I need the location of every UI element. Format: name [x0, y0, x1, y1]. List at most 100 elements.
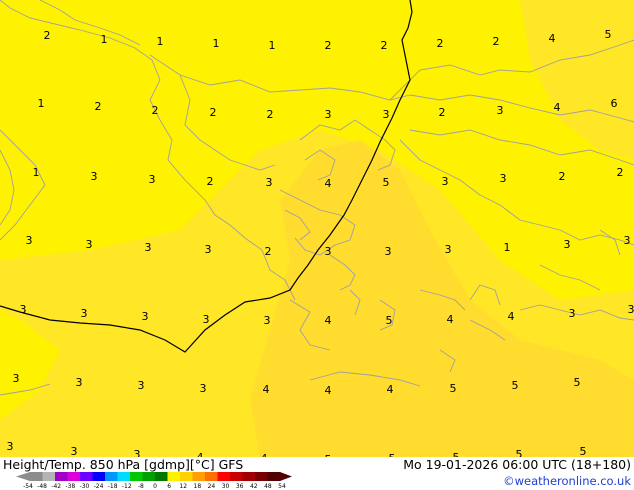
- map-value-label: 3: [81, 307, 88, 320]
- map-value-label: 3: [383, 108, 390, 121]
- colorbar-tick-label: -54: [23, 483, 33, 490]
- map-value-label: 3: [76, 376, 83, 389]
- colorbar-tick-label: 6: [167, 483, 171, 490]
- map-value-label: 2: [493, 35, 500, 48]
- colorbar-segment: [117, 472, 131, 481]
- colorbar-tick-label: -24: [94, 483, 104, 490]
- map-value-label: 4: [447, 313, 454, 326]
- colorbar-tick-label: 48: [264, 483, 272, 490]
- map-value-label: 3: [325, 245, 332, 258]
- colorbar-tick-label: 54: [278, 483, 286, 490]
- map-value-label: 2: [267, 108, 274, 121]
- map-value-label: 3: [138, 379, 145, 392]
- map-value-label: 4: [325, 384, 332, 397]
- map-value-label: 4: [325, 314, 332, 327]
- map-value-label: 2: [95, 100, 102, 113]
- map-value-label: 5: [512, 379, 519, 392]
- colorbar-segment: [80, 472, 93, 481]
- map-value-label: 3: [20, 303, 27, 316]
- map-value-label: 3: [91, 170, 98, 183]
- colorbar-segment: [230, 472, 243, 481]
- map-value-label: 5: [386, 314, 393, 327]
- colorbar-tick-label: -12: [122, 483, 132, 490]
- map-value-label: 5: [574, 376, 581, 389]
- map-value-label: 3: [266, 176, 273, 189]
- map-value-label: 3: [628, 303, 634, 316]
- map-value-label: 3: [624, 234, 631, 247]
- colorbar-segment: [180, 472, 193, 481]
- colorbar-segment: [130, 472, 143, 481]
- map-value-label: 3: [264, 314, 271, 327]
- weather-map: 2111122224512222332346133234533223333233…: [0, 0, 634, 490]
- colorbar-segment: [67, 472, 81, 481]
- map-value-label: 3: [564, 238, 571, 251]
- colorbar-segment: [30, 472, 43, 481]
- colorbar-segment: [105, 472, 118, 481]
- map-value-label: 1: [38, 97, 45, 110]
- map-value-label: 6: [611, 97, 618, 110]
- credit-link[interactable]: ©weatheronline.co.uk: [503, 474, 631, 488]
- map-value-label: 3: [26, 234, 33, 247]
- colorbar-tick-label: 24: [208, 483, 216, 490]
- map-value-label: 2: [207, 175, 214, 188]
- colorbar-segment: [55, 472, 68, 481]
- colorbar-tick-label: -30: [80, 483, 90, 490]
- map-value-label: 1: [101, 33, 108, 46]
- colorbar-tick-label: -42: [51, 483, 61, 490]
- colorbar-tick-label: 36: [236, 483, 244, 490]
- colorbar-segment: [155, 472, 168, 481]
- colorbar-tick-label: -38: [65, 483, 75, 490]
- map-value-label: 4: [549, 32, 556, 45]
- map-value-label: 3: [325, 108, 332, 121]
- map-value-label: 3: [445, 243, 452, 256]
- map-value-label: 2: [617, 166, 624, 179]
- map-value-label: 1: [269, 39, 276, 52]
- map-value-label: 2: [210, 106, 217, 119]
- colorbar-segment: [92, 472, 106, 481]
- map-value-label: 5: [450, 382, 457, 395]
- colorbar-tick-label: 18: [194, 483, 202, 490]
- colorbar-segment: [42, 472, 56, 481]
- map-value-label: 1: [504, 241, 511, 254]
- map-value-label: 3: [13, 372, 20, 385]
- map-value-label: 2: [559, 170, 566, 183]
- map-value-label: 3: [442, 175, 449, 188]
- map-value-label: 3: [205, 243, 212, 256]
- map-value-label: 3: [385, 245, 392, 258]
- colorbar-segment: [205, 472, 218, 481]
- map-value-label: 4: [554, 101, 561, 114]
- map-value-label: 5: [383, 176, 390, 189]
- colorbar-tick-label: -18: [108, 483, 118, 490]
- colorbar-segment: [192, 472, 206, 481]
- colorbar-tick-label: -48: [37, 483, 47, 490]
- colorbar-tick-label: 0: [153, 483, 157, 490]
- colorbar-tick-label: 42: [250, 483, 258, 490]
- map-value-label: 4: [263, 383, 270, 396]
- colorbar-segment: [217, 472, 231, 481]
- colorbar-segment: [242, 472, 256, 481]
- map-value-label: 3: [149, 173, 156, 186]
- map-value-label: 2: [439, 106, 446, 119]
- map-canvas: 2 1 1 1 1 2 2 2 2 4 51 2 2 2 2 3 3 2 3 4 61 3 3 2 3 4 5 3 3 2 23 3 3 3 2 3 3…: [0, 0, 634, 490]
- colorbar-tick-label: -8: [138, 483, 144, 490]
- map-value-label: 3: [203, 313, 210, 326]
- map-value-label: 2: [152, 104, 159, 117]
- map-value-label: 4: [325, 177, 332, 190]
- map-value-label: 2: [325, 39, 332, 52]
- map-value-label: 3: [200, 382, 207, 395]
- map-value-label: 4: [387, 383, 394, 396]
- colorbar-segment: [255, 472, 268, 481]
- map-value-label: 3: [569, 307, 576, 320]
- colorbar-tick-label: 12: [179, 483, 187, 490]
- map-value-label: 2: [265, 245, 272, 258]
- map-value-label: 3: [500, 172, 507, 185]
- map-value-label: 5: [605, 28, 612, 41]
- colorbar-tick-label: 30: [222, 483, 230, 490]
- map-value-label: 1: [213, 37, 220, 50]
- colorbar-segment: [142, 472, 156, 481]
- map-value-label: 1: [157, 35, 164, 48]
- colorbar: -54 -48 -42 -38 -30 -24 -18 -12 -8 0 6 12 18 24 30 36 42…: [16, 472, 292, 490]
- map-value-label: 2: [381, 39, 388, 52]
- map-value-label: 4: [508, 310, 515, 323]
- map-value-label: 3: [86, 238, 93, 251]
